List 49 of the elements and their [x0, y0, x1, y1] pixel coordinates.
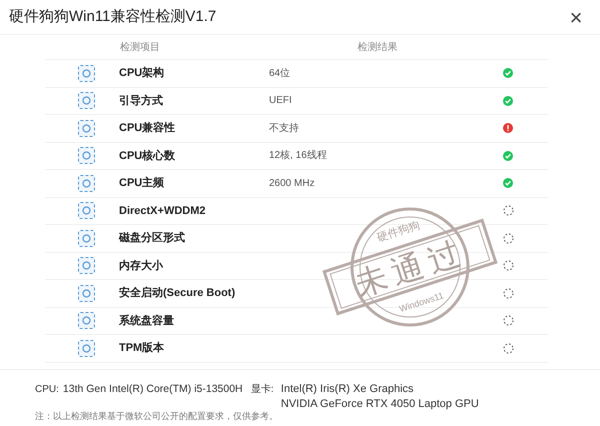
loading-icon — [503, 315, 514, 326]
loading-icon — [503, 260, 514, 272]
gpu-label: 显卡: — [250, 382, 275, 396]
column-header: 检测结果 — [356, 40, 398, 54]
gpu-value: Intel(R) Iris(R) Xe Graphics — [280, 382, 415, 396]
loading-icon — [503, 342, 514, 354]
circle-in-square-icon — [78, 64, 95, 82]
item-value: 12核, 16线程 — [269, 148, 328, 164]
item-value: 不支持 — [269, 122, 300, 136]
close-button[interactable]: × — [565, 6, 587, 28]
note-text: 注：以上检测结果基于微软公司公开的配置要求，仅供参考。 — [35, 410, 279, 422]
error-icon — [503, 123, 513, 134]
item-name: CPU核心数 — [119, 148, 176, 164]
circle-in-square-icon — [78, 92, 95, 110]
circle-in-square-icon — [78, 230, 95, 247]
stamp-text: 硬件狗狗 — [376, 219, 422, 244]
item-name: CPU主频 — [119, 176, 166, 191]
window-title: 硬件狗狗Win11兼容性检测V1.7 — [9, 7, 216, 28]
item-name: CPU架构 — [119, 66, 166, 81]
item-name: 内存大小 — [119, 258, 164, 274]
check-icon — [503, 150, 513, 161]
circle-in-square-icon — [78, 340, 95, 357]
item-value: 2600 MHz — [269, 176, 316, 191]
item-value: 64位 — [269, 66, 292, 81]
column-header: 检测项目 — [119, 40, 161, 54]
loading-icon — [503, 232, 514, 244]
item-name: TPM版本 — [119, 340, 166, 356]
item-name: 磁盘分区形式 — [119, 230, 186, 246]
circle-in-square-icon — [78, 120, 95, 137]
item-name: CPU兼容性 — [119, 120, 176, 136]
item-name: 引导方式 — [119, 94, 164, 108]
circle-in-square-icon — [78, 257, 95, 274]
circle-in-square-icon — [78, 147, 95, 164]
circle-in-square-icon — [78, 174, 95, 192]
item-name: DirectX+WDDM2 — [119, 204, 206, 218]
item-value: UEFI — [269, 94, 293, 108]
check-icon — [503, 68, 513, 78]
circle-in-square-icon — [78, 312, 95, 330]
item-name: 安全启动(Secure Boot) — [119, 286, 236, 301]
check-icon — [503, 178, 513, 188]
circle-in-square-icon — [78, 202, 95, 220]
gpu-value: NVIDIA GeForce RTX 4050 Laptop GPU — [280, 396, 479, 412]
loading-icon — [503, 288, 514, 299]
item-name: 系统盘容量 — [119, 314, 175, 328]
circle-in-square-icon — [78, 284, 95, 302]
cpu-value: 13th Gen Intel(R) Core(TM) i5-13500H — [62, 382, 243, 396]
loading-icon — [503, 205, 514, 216]
check-icon — [503, 96, 513, 106]
cpu-label: CPU: — [35, 382, 59, 396]
